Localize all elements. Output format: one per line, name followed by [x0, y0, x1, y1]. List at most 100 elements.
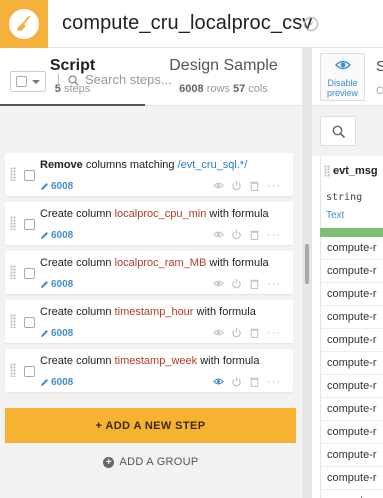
step-item[interactable]: Create column localproc_ram_MB with form…	[5, 251, 293, 294]
table-cell[interactable]: compute-r	[320, 306, 383, 329]
table-cell[interactable]: compute-r	[320, 260, 383, 283]
table-cell[interactable]: compute-r	[320, 444, 383, 467]
drag-handle-icon[interactable]	[10, 363, 16, 377]
power-icon[interactable]	[231, 180, 242, 191]
add-group-button[interactable]: + ADD A GROUP	[0, 456, 302, 468]
more-icon[interactable]: ···	[267, 278, 281, 289]
table-cell[interactable]: compute-r	[320, 490, 383, 498]
eye-icon	[334, 60, 351, 70]
step-checkbox[interactable]	[24, 268, 35, 279]
step-item[interactable]: Create column timestamp_hour with formul…	[5, 300, 293, 343]
trash-icon[interactable]	[249, 180, 260, 191]
search-row	[0, 106, 302, 146]
pencil-icon	[41, 183, 48, 190]
step-checkbox[interactable]	[24, 317, 35, 328]
step-actions: ···	[213, 180, 281, 191]
search-steps-input[interactable]: Search steps...	[85, 72, 172, 87]
step-text: with formula	[197, 355, 260, 367]
more-icon[interactable]: ···	[267, 180, 281, 191]
add-new-step-button[interactable]: + ADD A NEW STEP	[5, 408, 296, 443]
disable-preview-button[interactable]: Disable preview	[320, 53, 365, 101]
pencil-icon	[41, 232, 48, 239]
trash-icon[interactable]	[249, 327, 260, 338]
step-title: Create column timestamp_week with formul…	[40, 355, 260, 367]
step-text: Create column	[40, 208, 115, 220]
pencil-icon	[41, 330, 48, 337]
step-count-label: 6008	[51, 279, 74, 290]
truncated-heading: S	[376, 58, 383, 75]
chevron-down-icon[interactable]	[32, 80, 40, 84]
splitter-handle[interactable]	[305, 244, 309, 284]
step-text: columns matching	[82, 159, 178, 171]
step-count-label: 6008	[51, 328, 74, 339]
step-item[interactable]: Create column localproc_cpu_min with for…	[5, 202, 293, 245]
drag-handle-icon[interactable]	[10, 314, 16, 328]
eye-icon-active[interactable]	[213, 376, 224, 387]
recipe-title[interactable]: compute_cru_localproc_csv	[62, 12, 312, 35]
step-column-name: localproc_ram_MB	[114, 257, 207, 269]
recipe-logo[interactable]	[0, 0, 48, 48]
drag-handle-icon[interactable]	[10, 265, 16, 279]
more-icon[interactable]: ···	[267, 327, 281, 338]
power-icon[interactable]	[231, 327, 242, 338]
col-count-unit: cols	[248, 83, 268, 95]
column-drag-handle-icon[interactable]	[324, 165, 330, 177]
panel-splitter[interactable]	[302, 48, 312, 498]
step-text: with formula	[206, 208, 269, 220]
step-count-label: 6008	[51, 181, 74, 192]
table-cell[interactable]: compute-r	[320, 283, 383, 306]
step-actions: ···	[213, 229, 281, 240]
plus-circle-icon: +	[103, 456, 115, 468]
step-item[interactable]: Remove columns matching /evt_cru_sql.*/ …	[5, 153, 293, 196]
eye-icon[interactable]	[213, 327, 224, 338]
table-cell[interactable]: compute-r	[320, 467, 383, 490]
step-row-count: 6008	[40, 279, 73, 290]
eye-icon[interactable]	[213, 229, 224, 240]
disable-preview-line2: preview	[326, 88, 358, 98]
power-icon[interactable]	[231, 229, 242, 240]
app-header: compute_cru_localproc_csv	[0, 0, 383, 48]
column-header[interactable]: evt_msg string Text	[320, 156, 383, 228]
preview-toolbar: Disable preview S C	[312, 48, 383, 106]
more-icon[interactable]: ···	[267, 376, 281, 387]
step-checkbox[interactable]	[24, 170, 35, 181]
step-title: Create column localproc_cpu_min with for…	[40, 208, 269, 220]
trash-icon[interactable]	[249, 278, 260, 289]
step-actions: ···	[213, 327, 281, 338]
truncated-subheading: C	[376, 85, 383, 97]
step-text: Create column	[40, 355, 115, 367]
more-icon[interactable]: ···	[267, 229, 281, 240]
preview-panel: Disable preview S C evt_msg string Text c…	[312, 48, 383, 498]
drag-handle-icon[interactable]	[10, 216, 16, 230]
drag-handle-icon[interactable]	[10, 167, 16, 181]
table-cell[interactable]: compute-r	[320, 237, 383, 260]
table-cell[interactable]: compute-r	[320, 329, 383, 352]
trash-icon[interactable]	[249, 376, 260, 387]
divider	[58, 74, 59, 87]
select-all-dropdown[interactable]	[10, 71, 46, 92]
step-checkbox[interactable]	[24, 219, 35, 230]
column-storage-type: string	[326, 192, 363, 203]
eye-icon[interactable]	[213, 180, 224, 191]
power-icon[interactable]	[231, 278, 242, 289]
step-actions: ···	[213, 376, 281, 387]
add-group-label: ADD A GROUP	[119, 456, 199, 468]
column-name: evt_msg	[333, 165, 378, 177]
step-item[interactable]: Create column timestamp_week with formul…	[5, 349, 293, 392]
search-icon	[68, 75, 79, 86]
eye-icon[interactable]	[213, 278, 224, 289]
step-checkbox[interactable]	[24, 366, 35, 377]
select-all-checkbox[interactable]	[16, 76, 27, 87]
table-cell[interactable]: compute-r	[320, 398, 383, 421]
grid-search-button[interactable]	[320, 116, 356, 146]
power-icon[interactable]	[231, 376, 242, 387]
column-meaning[interactable]: Text	[326, 210, 344, 221]
step-column-name: timestamp_hour	[114, 306, 194, 318]
table-cell[interactable]: compute-r	[320, 375, 383, 398]
compass-icon[interactable]	[303, 16, 319, 32]
trash-icon[interactable]	[249, 229, 260, 240]
table-cell[interactable]: compute-r	[320, 421, 383, 444]
table-cell[interactable]: compute-r	[320, 352, 383, 375]
step-row-count: 6008	[40, 181, 73, 192]
step-row-count: 6008	[40, 328, 73, 339]
